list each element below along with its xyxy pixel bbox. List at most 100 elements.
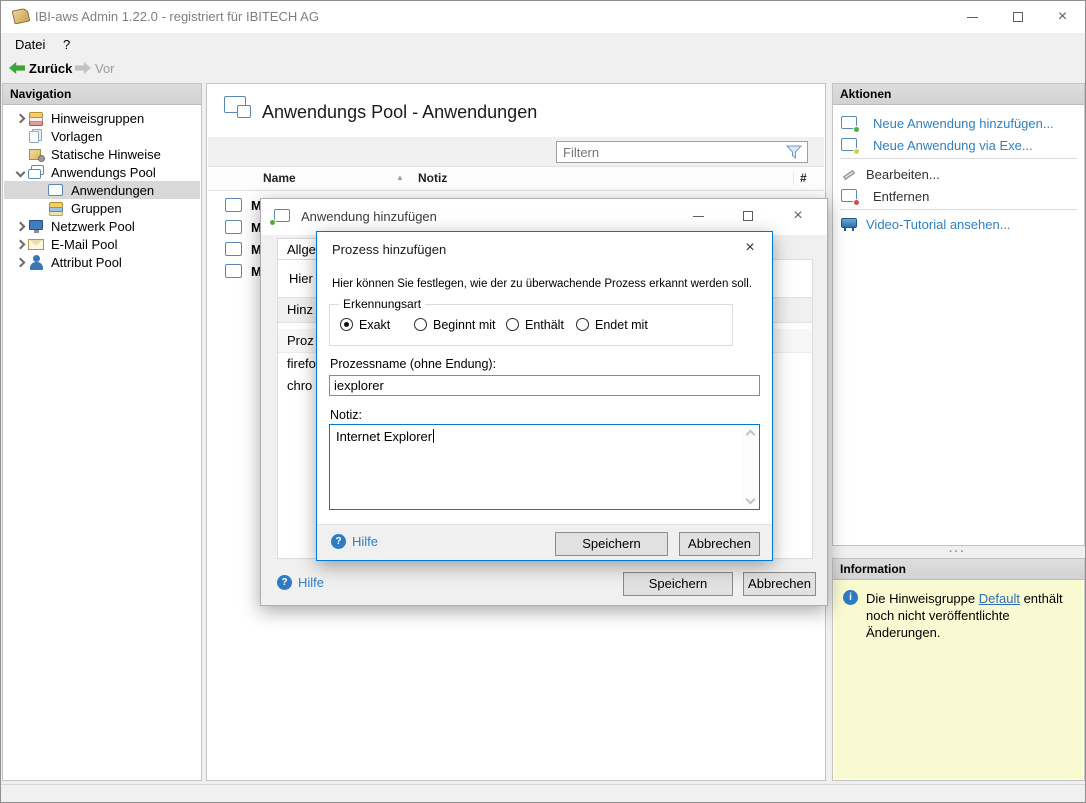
anwendungen-icon (48, 183, 65, 198)
add-process-dialog: Prozess hinzufügen × Hier können Sie fes… (316, 231, 773, 561)
dialog-save-button[interactable]: Speichern (623, 572, 733, 596)
process-cancel-button[interactable]: Abbrechen (679, 532, 760, 556)
chevron-right-icon[interactable] (15, 221, 25, 231)
column-notiz[interactable]: Notiz (418, 171, 447, 185)
scroll-down-icon[interactable] (746, 495, 756, 505)
information-body: i Die Hinweisgruppe Default enthält noch… (834, 580, 1083, 779)
dialog-title-bar: Anwendung hinzufügen × (261, 199, 827, 235)
anwendungs-pool-icon (28, 165, 45, 180)
information-panel: Information i Die Hinweisgruppe Default … (832, 558, 1085, 781)
application-icon (225, 264, 242, 278)
sidebar-item-hinweisgruppen[interactable]: Hinweisgruppen (4, 109, 200, 127)
page-title: Anwendungs Pool - Anwendungen (262, 102, 537, 123)
hinweisgruppen-icon (28, 111, 45, 126)
applications-header-icon (224, 96, 254, 122)
process-save-button[interactable]: Speichern (555, 532, 668, 556)
action-remove[interactable]: Entfernen (841, 187, 929, 205)
application-icon (225, 220, 242, 234)
actions-header: Aktionen (833, 84, 1084, 105)
sidebar-item-anwendungen[interactable]: Anwendungen (4, 181, 200, 199)
title-bar: IBI-aws Admin 1.22.0 - registriert für I… (1, 1, 1085, 33)
application-icon (225, 198, 242, 212)
sidebar-item-anwendungs-pool[interactable]: Anwendungs Pool (4, 163, 200, 181)
dialog-close-button[interactable]: × (781, 201, 815, 231)
chevron-right-icon[interactable] (15, 113, 25, 123)
filter-bar (208, 137, 824, 167)
nav-toolbar: Zurück Vor (1, 55, 1085, 81)
table-header: Name ▲ Notiz # (208, 167, 824, 191)
process-dialog-title: Prozess hinzufügen (332, 242, 446, 257)
back-button[interactable]: Zurück (9, 58, 72, 78)
menu-help[interactable]: ? (59, 36, 74, 54)
note-label: Notiz: (330, 408, 362, 422)
process-name-input[interactable] (329, 375, 760, 396)
gruppen-icon (48, 201, 65, 216)
process-dialog-footer: ? Hilfe Speichern Abbrechen (317, 524, 772, 560)
text-cursor (433, 429, 434, 443)
new-application-exe-icon (841, 138, 858, 153)
menu-bar: Datei ? (1, 33, 1085, 55)
filter-funnel-icon[interactable] (786, 145, 802, 162)
sidebar-item-gruppen[interactable]: Gruppen (4, 199, 200, 217)
attribut-pool-icon (28, 255, 45, 270)
radio-endet-mit[interactable] (576, 318, 589, 331)
information-message: Die Hinweisgruppe Default enthält noch n… (866, 590, 1078, 641)
process-help-link[interactable]: ? Hilfe (331, 534, 378, 549)
email-pool-icon (28, 237, 45, 252)
column-name[interactable]: Name (263, 171, 296, 185)
chevron-down-icon[interactable] (15, 167, 25, 177)
forward-arrow-icon (75, 62, 91, 74)
netzwerk-pool-icon (28, 219, 45, 234)
panel-splitter[interactable]: ··· (949, 546, 966, 558)
sidebar-item-vorlagen[interactable]: Vorlagen (4, 127, 200, 145)
maximize-button[interactable] (995, 1, 1040, 33)
divider (840, 158, 1077, 159)
video-tutorial-icon (841, 217, 857, 231)
sidebar-item-email-pool[interactable]: E-Mail Pool (4, 235, 200, 253)
minimize-button[interactable] (950, 1, 995, 33)
divider (840, 209, 1077, 210)
edit-pencil-icon (841, 167, 857, 182)
filter-input[interactable] (556, 141, 808, 163)
statische-hinweise-icon (28, 147, 45, 162)
actions-panel: Aktionen Neue Anwendung hinzufügen... Ne… (832, 83, 1085, 546)
action-edit[interactable]: Bearbeiten... (841, 165, 940, 183)
vorlagen-icon (28, 129, 45, 144)
column-count[interactable]: # (793, 171, 807, 185)
dialog-help-link[interactable]: ? Hilfe (277, 575, 324, 590)
window-title: IBI-aws Admin 1.22.0 - registriert für I… (35, 9, 319, 24)
dialog-minimize-button[interactable] (681, 201, 715, 231)
radio-enthaelt[interactable] (506, 318, 519, 331)
action-new-application-exe[interactable]: Neue Anwendung via Exe... (841, 136, 1033, 154)
info-icon: i (843, 590, 858, 605)
status-bar (1, 784, 1085, 803)
sidebar-item-attribut-pool[interactable]: Attribut Pool (4, 253, 200, 271)
sidebar-item-statische-hinweise[interactable]: Statische Hinweise (4, 145, 200, 163)
chevron-right-icon[interactable] (15, 257, 25, 267)
action-video-tutorial[interactable]: Video-Tutorial ansehen... (841, 215, 1011, 233)
help-icon: ? (277, 575, 292, 590)
dialog-clipped-text: Hier l (289, 271, 319, 286)
radio-exakt[interactable] (340, 318, 353, 331)
chevron-right-icon[interactable] (15, 239, 25, 249)
dialog-maximize-button[interactable] (731, 201, 765, 231)
process-dialog-instruction: Hier können Sie festlegen, wie der zu üb… (332, 278, 752, 290)
navigation-header: Navigation (3, 84, 201, 105)
application-icon (225, 242, 242, 256)
menu-datei[interactable]: Datei (11, 36, 49, 54)
process-dialog-close-button[interactable]: × (736, 236, 764, 260)
sidebar-item-netzwerk-pool[interactable]: Netzwerk Pool (4, 217, 200, 235)
forward-button[interactable]: Vor (75, 58, 115, 78)
action-new-application[interactable]: Neue Anwendung hinzufügen... (841, 114, 1054, 132)
radio-beginnt-mit[interactable] (414, 318, 427, 331)
scroll-up-icon[interactable] (746, 430, 756, 440)
new-application-icon (841, 116, 858, 131)
note-textarea[interactable]: Internet Explorer (329, 424, 760, 510)
dialog-title: Anwendung hinzufügen (301, 209, 437, 224)
dialog-cancel-button[interactable]: Abbrechen (743, 572, 816, 596)
textarea-scrollbar[interactable] (743, 425, 759, 509)
close-button[interactable]: × (1040, 1, 1085, 33)
back-arrow-icon (9, 62, 25, 74)
remove-application-icon (841, 189, 858, 204)
default-group-link[interactable]: Default (979, 591, 1020, 606)
